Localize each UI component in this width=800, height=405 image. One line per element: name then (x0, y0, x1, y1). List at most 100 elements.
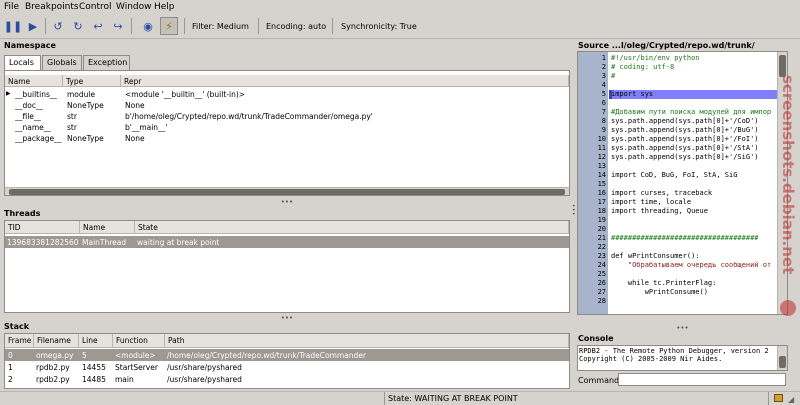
column-header-name[interactable]: Name (5, 75, 63, 87)
var-name[interactable]: __package__ (15, 134, 62, 143)
line-number[interactable]: 17 (580, 198, 606, 206)
stack-line[interactable]: 14455 (82, 363, 106, 372)
stack-table: Frame Filename Line Function Path 0 omeg… (4, 333, 570, 389)
expand-arrow-icon[interactable]: ▶ (6, 90, 11, 97)
stack-path[interactable]: /home/oleg/Crypted/repo.wd/trunk/TradeCo… (167, 351, 366, 360)
line-number[interactable]: 16 (580, 189, 606, 197)
scrollbar-thumb[interactable] (779, 55, 786, 77)
source-editor[interactable]: 1 #!/usr/bin/env python 2 # coding: utf-8 3 #… (577, 51, 788, 315)
lightning-icon[interactable]: ⚡ (160, 17, 178, 35)
line-number[interactable]: 26 (580, 279, 606, 287)
stack-path[interactable]: /usr/share/pyshared (167, 363, 242, 372)
column-header-line[interactable]: Line (79, 334, 113, 348)
line-number[interactable]: 21 (580, 234, 606, 242)
thread-tid[interactable]: 139683381282560 (7, 238, 79, 247)
menu-breakpoints[interactable]: Breakpoints (25, 2, 79, 12)
line-number[interactable]: 1 (580, 54, 606, 62)
stack-frame[interactable]: 2 (8, 375, 13, 384)
step-over-icon[interactable]: ↻ (69, 17, 87, 35)
scrollbar-thumb[interactable] (779, 356, 786, 368)
column-header-type[interactable]: Type (63, 75, 121, 87)
console-line: Copyright (C) 2005-2009 Nir Aides. (579, 355, 723, 363)
line-number[interactable]: 28 (580, 297, 606, 305)
stack-line[interactable]: 5 (82, 351, 87, 360)
scrollbar-thumb[interactable] (9, 189, 565, 195)
column-header-function[interactable]: Function (113, 334, 165, 348)
splitter-handle[interactable]: ••• (4, 198, 570, 206)
menu-help[interactable]: Help (154, 2, 175, 12)
line-number[interactable]: 11 (580, 144, 606, 152)
column-header-tid[interactable]: TID (5, 221, 80, 234)
line-number[interactable]: 20 (580, 225, 606, 233)
line-number[interactable]: 3 (580, 72, 606, 80)
line-number[interactable]: 15 (580, 180, 606, 188)
line-number[interactable]: 25 (580, 270, 606, 278)
command-input[interactable] (618, 373, 786, 386)
synchronicity-label[interactable]: Synchronicity: True (341, 22, 417, 31)
column-header-repr[interactable]: Repr (121, 75, 569, 87)
thread-state[interactable]: waiting at break point (137, 238, 219, 247)
vertical-splitter-handle[interactable]: • • • (572, 204, 576, 218)
splitter-handle[interactable]: ••• (4, 314, 570, 322)
line-number[interactable]: 2 (580, 63, 606, 71)
menu-control[interactable]: Control (79, 2, 112, 12)
line-number[interactable]: 4 (580, 81, 606, 89)
stack-line[interactable]: 14485 (82, 375, 106, 384)
stack-frame[interactable]: 1 (8, 363, 13, 372)
thread-name[interactable]: MainThread (82, 238, 126, 247)
stack-function[interactable]: StartServer (115, 363, 158, 372)
status-state: State: WAITING AT BREAK POINT (388, 394, 518, 403)
break-icon[interactable]: ❚❚ (4, 17, 22, 35)
column-header-frame[interactable]: Frame (5, 334, 34, 348)
tab-locals[interactable]: Locals (4, 55, 41, 71)
resize-grip-icon[interactable]: ◢ (788, 395, 794, 404)
var-name[interactable]: __builtins__ (15, 90, 57, 99)
encoding-label[interactable]: Encoding: auto (266, 22, 326, 31)
column-header-state[interactable]: State (135, 221, 569, 234)
stop-icon[interactable]: ◉ (139, 17, 157, 35)
line-number[interactable]: 5 (580, 90, 606, 98)
stack-function[interactable]: <module> (115, 351, 156, 360)
line-number[interactable]: 23 (580, 252, 606, 260)
line-number[interactable]: 19 (580, 216, 606, 224)
go-icon[interactable]: ▶ (24, 17, 42, 35)
var-name[interactable]: __file__ (15, 112, 41, 121)
step-out-icon[interactable]: ↩ (89, 17, 107, 35)
line-number[interactable]: 10 (580, 135, 606, 143)
line-number[interactable]: 13 (580, 162, 606, 170)
stack-filename[interactable]: rpdb2.py (36, 375, 70, 384)
column-header-filename[interactable]: Filename (34, 334, 79, 348)
var-name[interactable]: __name__ (15, 123, 51, 132)
line-number[interactable]: 9 (580, 126, 606, 134)
var-name[interactable]: __doc__ (15, 101, 43, 110)
menu-file[interactable]: File (4, 2, 19, 12)
console-vscrollbar[interactable] (777, 346, 787, 370)
line-number[interactable]: 27 (580, 288, 606, 296)
stack-filename[interactable]: omega.py (36, 351, 73, 360)
line-number[interactable]: 7 (580, 108, 606, 116)
column-header-path[interactable]: Path (165, 334, 569, 348)
line-number[interactable]: 24 (580, 261, 606, 269)
tab-globals[interactable]: Globals (42, 55, 82, 70)
filter-label[interactable]: Filter: Medium (192, 22, 249, 31)
splitter-handle[interactable]: ••• (577, 324, 788, 332)
line-number[interactable]: 22 (580, 243, 606, 251)
menu-window[interactable]: Window (116, 2, 152, 12)
namespace-hscrollbar[interactable] (5, 187, 569, 195)
line-number[interactable]: 8 (580, 117, 606, 125)
stack-path[interactable]: /usr/share/pyshared (167, 375, 242, 384)
line-number[interactable]: 18 (580, 207, 606, 215)
column-header-thread-name[interactable]: Name (80, 221, 135, 234)
line-number[interactable]: 14 (580, 171, 606, 179)
step-into-icon[interactable]: ↺ (49, 17, 67, 35)
console-output[interactable]: RPDB2 - The Remote Python Debugger, vers… (577, 345, 788, 371)
stack-filename[interactable]: rpdb2.py (36, 363, 70, 372)
stack-frame[interactable]: 0 (8, 351, 13, 360)
line-number[interactable]: 12 (580, 153, 606, 161)
tab-exception[interactable]: Exception (83, 55, 130, 70)
var-type: NoneType (67, 101, 104, 110)
line-number[interactable]: 6 (580, 99, 606, 107)
source-line: while tc.PrinterFlag: (611, 279, 717, 287)
stack-function[interactable]: main (115, 375, 134, 384)
return-icon[interactable]: ↪ (109, 17, 127, 35)
